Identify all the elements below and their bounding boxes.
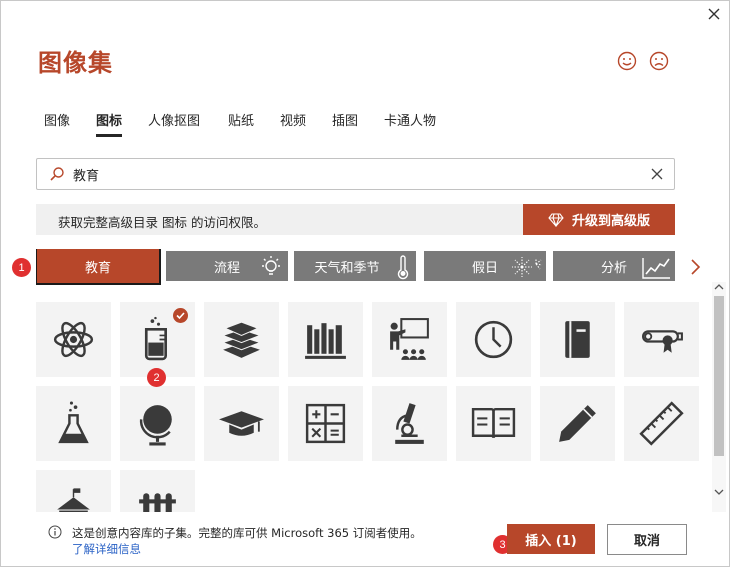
category-strip: 教育 流程 天气和季节 假日 分析 [36, 249, 711, 285]
upgrade-button[interactable]: 升级到高级版 [523, 204, 675, 235]
flask-icon [58, 401, 89, 444]
annotation-badge-1: 1 [12, 258, 31, 277]
upgrade-label: 升级到高级版 [571, 214, 650, 229]
diploma-icon [642, 330, 683, 353]
banner-text: 获取完整高级目录 图标 的访问权限。 [58, 215, 266, 230]
category-label: 分析 [600, 260, 627, 276]
tab-cutout-people[interactable]: 人像抠图 [148, 110, 200, 129]
open-book-icon [471, 407, 516, 439]
search-input[interactable] [73, 159, 643, 189]
diamond-icon [548, 212, 564, 227]
ruler-icon [639, 401, 684, 446]
notebook-icon [565, 321, 590, 358]
thermometer-icon [397, 255, 409, 280]
library-books-icon [305, 323, 346, 359]
line-chart-icon [642, 258, 670, 279]
pencil-icon [559, 405, 596, 442]
icon-tile[interactable] [120, 470, 195, 512]
books-stack-icon [221, 321, 262, 358]
selected-check-icon [173, 308, 188, 323]
lightbulb-icon [262, 256, 280, 275]
category-label: 天气和季节 [314, 260, 380, 276]
frown-icon[interactable] [648, 50, 670, 72]
info-icon [48, 525, 62, 539]
scroll-up-icon[interactable] [714, 282, 724, 292]
clock-icon [474, 320, 513, 359]
smile-icon[interactable] [616, 50, 638, 72]
tab-videos[interactable]: 视频 [280, 110, 306, 129]
icon-grid [36, 302, 712, 512]
icon-tile[interactable] [36, 302, 111, 377]
icon-tile[interactable] [36, 470, 111, 512]
category-process[interactable]: 流程 [166, 251, 288, 281]
icon-tile[interactable] [204, 302, 279, 377]
scroll-down-icon[interactable] [714, 487, 724, 497]
category-analytics[interactable]: 分析 [553, 251, 675, 281]
category-label: 流程 [213, 260, 240, 276]
globe-icon [139, 405, 172, 446]
icon-tile[interactable] [120, 386, 195, 461]
icon-tile[interactable] [456, 386, 531, 461]
fireworks-icon [512, 257, 543, 277]
tab-icons[interactable]: 图标 [96, 110, 123, 137]
icon-tile[interactable] [288, 386, 363, 461]
school-building-icon [57, 488, 90, 512]
teacher-icon [390, 318, 429, 360]
icon-tile[interactable] [540, 386, 615, 461]
category-label: 假日 [471, 260, 498, 276]
category-label: 教育 [84, 260, 111, 276]
icon-tile[interactable] [372, 386, 447, 461]
icon-tile[interactable] [204, 386, 279, 461]
clear-icon[interactable] [649, 166, 665, 182]
microscope-icon [395, 403, 424, 444]
calculator-icon [305, 403, 346, 444]
icon-tile[interactable] [624, 386, 699, 461]
tab-stickers[interactable]: 贴纸 [228, 110, 254, 129]
cancel-button[interactable]: 取消 [607, 524, 687, 555]
chevron-right-icon[interactable] [688, 258, 702, 276]
icon-tile[interactable] [372, 302, 447, 377]
icon-tile[interactable] [624, 302, 699, 377]
dialog-title: 图像集 [38, 49, 113, 77]
scrollbar-thumb[interactable] [714, 296, 724, 456]
icon-tile[interactable] [540, 302, 615, 377]
close-icon[interactable] [704, 4, 724, 24]
search-box [36, 158, 675, 190]
test-tubes-icon [139, 493, 176, 512]
icon-tile[interactable] [456, 302, 531, 377]
footer-info-text: 这是创意内容库的子集。完整的库可供 Microsoft 365 订阅者使用。 [72, 526, 422, 540]
category-education[interactable]: 教育 [36, 249, 161, 285]
learn-more-link[interactable]: 了解详细信息 [72, 541, 141, 557]
atom-icon [53, 321, 94, 358]
tab-images[interactable]: 图像 [44, 110, 70, 129]
icon-tile[interactable] [288, 302, 363, 377]
category-holidays[interactable]: 假日 [424, 251, 546, 281]
icon-tile[interactable] [36, 386, 111, 461]
category-weather-seasons[interactable]: 天气和季节 [294, 251, 416, 281]
annotation-badge-2: 2 [147, 368, 166, 387]
graduation-cap-icon [219, 411, 264, 436]
tab-illustrations[interactable]: 插图 [332, 110, 358, 129]
search-icon [50, 167, 64, 181]
insert-button[interactable]: 插入 (1) [507, 524, 595, 554]
tab-cartoon-people[interactable]: 卡通人物 [384, 110, 436, 129]
